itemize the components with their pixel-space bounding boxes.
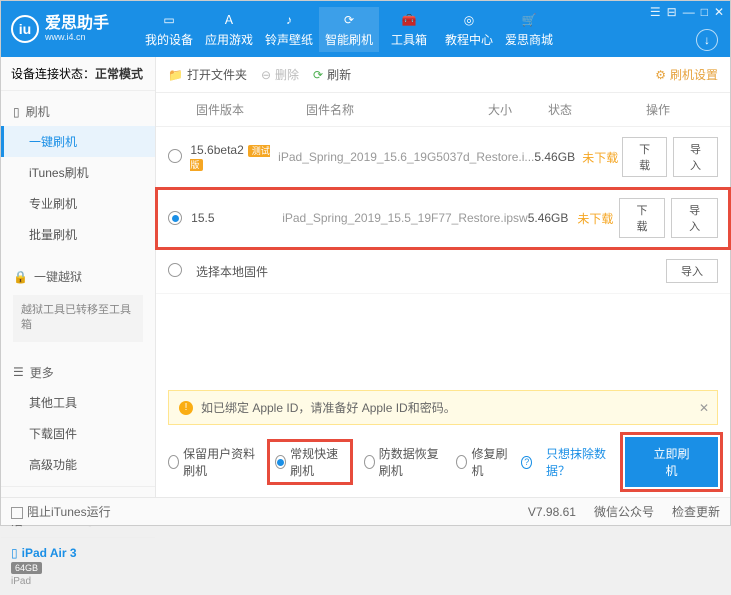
wechat-link[interactable]: 微信公众号: [594, 503, 654, 520]
sidebar: 设备连接状态：正常模式 ▯刷机 一键刷机 iTunes刷机 专业刷机 批量刷机 …: [1, 57, 156, 497]
row-radio[interactable]: [168, 211, 182, 225]
book-icon: ◎: [460, 11, 478, 29]
nav-flash[interactable]: ⟳智能刷机: [319, 7, 379, 52]
th-ops: 操作: [598, 101, 718, 118]
toolbox-icon: 🧰: [400, 11, 418, 29]
refresh-icon: ⟳: [340, 11, 358, 29]
cart-icon: 🛒: [520, 11, 538, 29]
music-icon: ♪: [280, 11, 298, 29]
tablet-icon: ▯: [11, 546, 18, 560]
sidebar-group-more[interactable]: ☰更多: [1, 358, 155, 387]
toolbar: 📁打开文件夹 ⊖删除 ⟳刷新 ⚙刷机设置: [156, 57, 730, 93]
version-label: V7.98.61: [528, 505, 576, 519]
flash-now-button[interactable]: 立即刷机: [625, 437, 718, 487]
mode-antirecover[interactable]: 防数据恢复刷机: [364, 445, 443, 479]
app-url: www.i4.cn: [45, 33, 109, 43]
app-icon: Ａ: [220, 11, 238, 29]
download-button[interactable]: 下载: [619, 198, 666, 238]
sidebar-group-jailbreak[interactable]: 🔒一键越狱: [1, 262, 155, 291]
delete-icon: ⊖: [261, 68, 271, 82]
top-nav: ▭我的设备 Ａ应用游戏 ♪铃声壁纸 ⟳智能刷机 🧰工具箱 ◎教程中心 🛒爱思商城: [139, 7, 559, 52]
download-button[interactable]: 下载: [622, 137, 667, 177]
phone-icon: ▭: [160, 11, 178, 29]
settings-button[interactable]: ⚙刷机设置: [655, 66, 718, 83]
device-capacity: 64GB: [11, 562, 42, 574]
mode-normal[interactable]: 常规快速刷机: [270, 442, 350, 482]
refresh-button[interactable]: ⟳刷新: [313, 66, 351, 83]
nav-toolbox[interactable]: 🧰工具箱: [379, 7, 439, 52]
device-icon: ▯: [13, 105, 20, 119]
help-icon[interactable]: ?: [521, 456, 532, 469]
nav-apps[interactable]: Ａ应用游戏: [199, 7, 259, 52]
window-controls: ☰ ⊟ — □ ✕: [650, 5, 724, 19]
connection-status: 设备连接状态：正常模式: [1, 57, 155, 91]
nav-store[interactable]: 🛒爱思商城: [499, 7, 559, 52]
th-version: 固件版本: [196, 101, 306, 118]
warning-icon: !: [179, 401, 193, 415]
flash-modes: 保留用户资料刷机 常规快速刷机 防数据恢复刷机 修复刷机 ? 只想抹除数据？ 立…: [156, 431, 730, 497]
device-type: iPad: [11, 576, 145, 587]
close-icon[interactable]: ✕: [714, 5, 724, 19]
table-header: 固件版本 固件名称 大小 状态 操作: [156, 93, 730, 127]
table-row[interactable]: 15.5 iPad_Spring_2019_15.5_19F77_Restore…: [156, 188, 730, 249]
folder-icon: 📁: [168, 68, 183, 82]
table-row-local[interactable]: 选择本地固件 导入: [156, 249, 730, 294]
more-icon: ☰: [13, 365, 24, 379]
app-title: 爱思助手: [45, 15, 109, 33]
jailbreak-note: 越狱工具已转移至工具箱: [13, 295, 143, 342]
sidebar-item-advanced[interactable]: 高级功能: [1, 449, 155, 480]
download-icon[interactable]: ↓: [696, 29, 718, 51]
row-radio[interactable]: [168, 149, 182, 163]
table-row[interactable]: 15.6beta2测试版 iPad_Spring_2019_15.6_19G50…: [156, 127, 730, 188]
mode-keepdata[interactable]: 保留用户资料刷机: [168, 445, 256, 479]
sidebar-item-batch[interactable]: 批量刷机: [1, 219, 155, 250]
gear-icon: ⚙: [655, 68, 666, 82]
logo-icon: iu: [11, 15, 39, 43]
minimize-icon[interactable]: —: [683, 5, 695, 19]
maximize-icon[interactable]: □: [701, 5, 708, 19]
open-folder-button[interactable]: 📁打开文件夹: [168, 66, 247, 83]
titlebar: iu 爱思助手 www.i4.cn ▭我的设备 Ａ应用游戏 ♪铃声壁纸 ⟳智能刷…: [1, 1, 730, 57]
sidebar-item-other[interactable]: 其他工具: [1, 387, 155, 418]
nav-device[interactable]: ▭我的设备: [139, 7, 199, 52]
device-info[interactable]: ▯iPad Air 3 64GB iPad: [1, 538, 155, 595]
import-button[interactable]: 导入: [671, 198, 718, 238]
sidebar-item-itunes[interactable]: iTunes刷机: [1, 157, 155, 188]
sidebar-group-flash[interactable]: ▯刷机: [1, 97, 155, 126]
import-button[interactable]: 导入: [666, 259, 718, 283]
check-update-link[interactable]: 检查更新: [672, 503, 720, 520]
import-button[interactable]: 导入: [673, 137, 718, 177]
block-itunes-checkbox[interactable]: 阻止iTunes运行: [11, 503, 111, 520]
lock-icon: 🔒: [13, 270, 28, 284]
sidebar-item-pro[interactable]: 专业刷机: [1, 188, 155, 219]
appleid-warning: ! 如已绑定 Apple ID，请准备好 Apple ID和密码。 ✕: [168, 390, 718, 425]
nav-tutorial[interactable]: ◎教程中心: [439, 7, 499, 52]
sidebar-item-oneclick[interactable]: 一键刷机: [1, 126, 155, 157]
main-panel: 📁打开文件夹 ⊖删除 ⟳刷新 ⚙刷机设置 固件版本 固件名称 大小 状态 操作 …: [156, 57, 730, 497]
footer: 阻止iTunes运行 V7.98.61 微信公众号 检查更新: [1, 497, 730, 525]
th-size: 大小: [488, 101, 548, 118]
th-name: 固件名称: [306, 101, 488, 118]
erase-link[interactable]: 只想抹除数据？: [546, 445, 611, 479]
delete-button[interactable]: ⊖删除: [261, 66, 299, 83]
menu-icon[interactable]: ☰: [650, 5, 661, 19]
sidebar-item-download[interactable]: 下载固件: [1, 418, 155, 449]
nav-ringtone[interactable]: ♪铃声壁纸: [259, 7, 319, 52]
refresh-icon: ⟳: [313, 68, 323, 82]
logo: iu 爱思助手 www.i4.cn: [11, 15, 109, 43]
close-warning-icon[interactable]: ✕: [699, 401, 709, 415]
mode-repair[interactable]: 修复刷机: [456, 445, 507, 479]
th-status: 状态: [548, 101, 598, 118]
row-radio[interactable]: [168, 263, 182, 277]
lock-icon[interactable]: ⊟: [667, 5, 677, 19]
